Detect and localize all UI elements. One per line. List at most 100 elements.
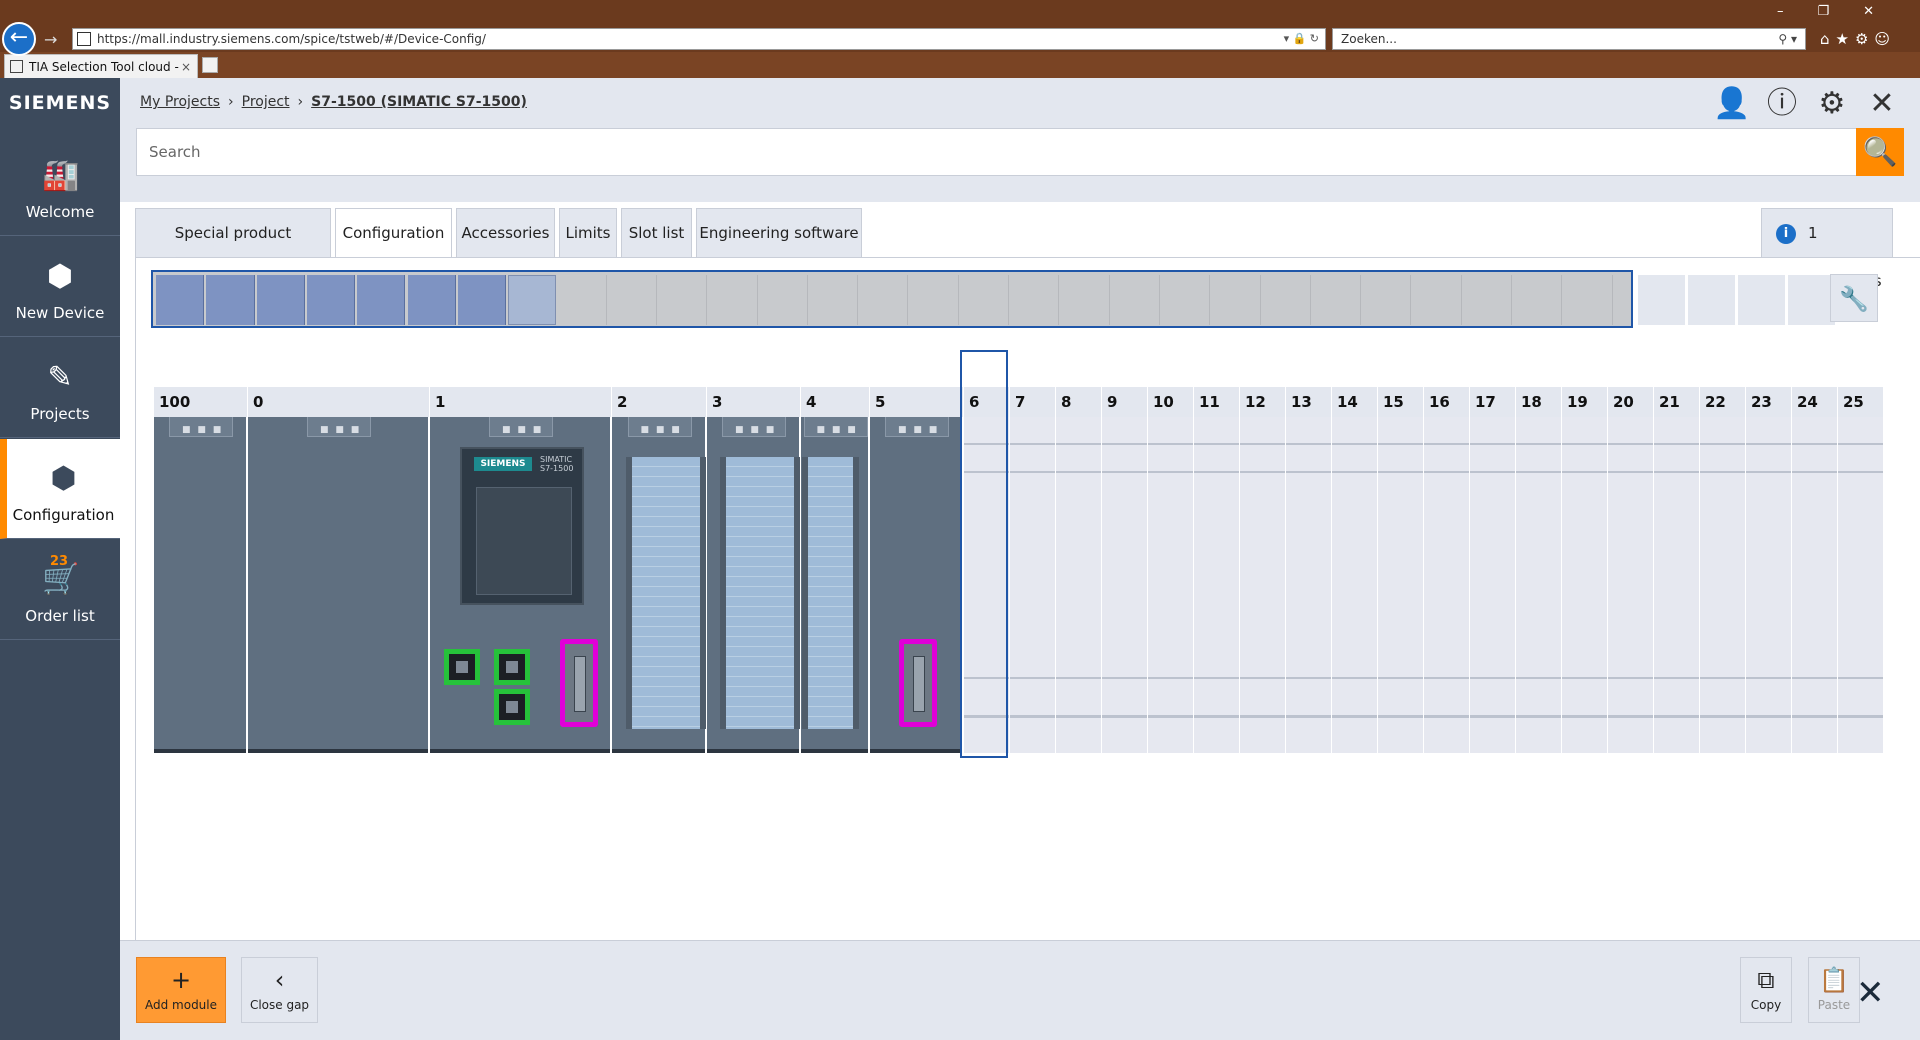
messages-button[interactable]: i 1 Messages (1761, 208, 1893, 290)
minimap-slot[interactable] (1312, 275, 1362, 325)
minimap-slot[interactable] (1061, 275, 1110, 325)
io-module-slot-2[interactable]: ■ ■ ■ (612, 417, 707, 753)
io-module-slot-4[interactable]: ■ ■ ■ (801, 417, 870, 753)
search-input[interactable]: Search (136, 128, 1872, 176)
minimap-slot[interactable] (860, 275, 909, 325)
power-supply-module[interactable]: ■ ■ ■ (248, 417, 430, 753)
tab-configuration[interactable]: Configuration (335, 208, 452, 258)
minimap-slot[interactable] (709, 275, 758, 325)
close-icon[interactable]: ✕ (1856, 973, 1885, 1013)
empty-slot[interactable] (1700, 417, 1746, 753)
selected-slot-highlight[interactable] (960, 350, 1008, 758)
tab-special-product-properties[interactable]: Special product properties (135, 208, 331, 290)
minimap-slot[interactable] (256, 275, 305, 325)
minimap-slot[interactable] (306, 275, 356, 325)
empty-slot[interactable] (1516, 417, 1562, 753)
add-module-button[interactable]: + Add module (136, 957, 226, 1023)
close-gap-button[interactable]: ‹ Close gap (241, 957, 318, 1023)
tab-close-icon[interactable]: × (181, 55, 191, 79)
minimap-slot[interactable] (1111, 275, 1160, 325)
minimap-slot[interactable] (1363, 275, 1412, 325)
minimap-slot[interactable] (809, 275, 859, 325)
empty-slot[interactable] (1746, 417, 1792, 753)
minimap-slot[interactable] (608, 275, 657, 325)
ethernet-port[interactable] (494, 649, 530, 685)
empty-slot[interactable] (1424, 417, 1470, 753)
breadcrumb-current[interactable]: S7-1500 (SIMATIC S7-1500) (311, 94, 527, 110)
paste-button[interactable]: 📋 Paste (1808, 957, 1860, 1023)
tab-engineering-software[interactable]: Engineering software (696, 208, 862, 258)
sidebar-item-projects[interactable]: ✎ Projects (0, 338, 120, 438)
minimap-slot[interactable] (759, 275, 808, 325)
empty-slot[interactable] (1194, 417, 1240, 753)
info-icon[interactable]: ⓘ (1762, 84, 1802, 124)
minimap-slot[interactable] (1564, 275, 1613, 325)
minimap-slot[interactable] (558, 275, 607, 325)
new-tab-button[interactable] (202, 57, 218, 73)
browser-tab[interactable]: TIA Selection Tool cloud - S... × (4, 54, 198, 98)
communication-module[interactable]: ■ ■ ■ (870, 417, 964, 753)
ethernet-port[interactable] (444, 649, 480, 685)
tab-accessories[interactable]: Accessories (456, 208, 555, 258)
empty-slot[interactable] (1838, 417, 1884, 753)
sidebar-item-order-list[interactable]: 23 🛒 Order list (0, 540, 120, 640)
empty-slot[interactable] (1562, 417, 1608, 753)
minimap-slot[interactable] (1514, 275, 1563, 325)
breadcrumb-my-projects[interactable]: My Projects (140, 94, 220, 110)
breadcrumb-project[interactable]: Project (242, 94, 290, 110)
lock-refresh-icons[interactable]: ▾ 🔒 ↻ (1284, 29, 1319, 49)
browser-search-input[interactable]: Zoeken... ⚲ ▾ (1332, 28, 1806, 50)
profibus-port[interactable] (899, 639, 937, 727)
window-controls[interactable]: –❐✕ (1777, 4, 1908, 19)
back-button[interactable]: ← (2, 22, 36, 56)
empty-slot[interactable] (1286, 417, 1332, 753)
browser-toolbar-icons[interactable]: ⌂★⚙☺ (1820, 30, 1896, 48)
minimap-slot[interactable] (407, 275, 456, 325)
close-icon[interactable]: ✕ (1862, 84, 1902, 124)
rack-minimap[interactable] (151, 270, 1633, 328)
minimap-slot[interactable] (1262, 275, 1311, 325)
sidebar-item-new-device[interactable]: ⬢ New Device (0, 237, 120, 337)
empty-slot[interactable] (1608, 417, 1654, 753)
search-button[interactable]: 🔍 (1856, 128, 1904, 176)
cpu-module[interactable]: ■ ■ ■ SIEMENS SIMATIC S7-1500 (430, 417, 612, 753)
profibus-port[interactable] (560, 639, 598, 727)
empty-slot[interactable] (1010, 417, 1056, 753)
address-bar[interactable]: https://mall.industry.siemens.com/spice/… (72, 28, 1326, 50)
empty-slot[interactable] (1332, 417, 1378, 753)
empty-slot[interactable] (1102, 417, 1148, 753)
empty-slot[interactable] (1148, 417, 1194, 753)
minimap-slot[interactable] (508, 275, 557, 325)
gear-icon[interactable]: ⚙ (1812, 84, 1852, 124)
empty-slot[interactable] (1470, 417, 1516, 753)
tab-limits[interactable]: Limits (559, 208, 617, 258)
minimap-slot[interactable] (960, 275, 1010, 325)
tab-slot-list[interactable]: Slot list (621, 208, 692, 258)
minimap-slot[interactable] (1212, 275, 1261, 325)
minimap-slot[interactable] (1463, 275, 1513, 325)
minimap-slot[interactable] (206, 275, 255, 325)
minimap-slot[interactable] (1011, 275, 1060, 325)
user-icon[interactable]: 👤 (1712, 84, 1752, 124)
copy-button[interactable]: ⧉ Copy (1740, 957, 1792, 1023)
minimap-slot[interactable] (1162, 275, 1211, 325)
io-module-slot-3[interactable]: ■ ■ ■ (707, 417, 801, 753)
power-module[interactable]: ■ ■ ■ (154, 417, 248, 753)
minimap-slot[interactable] (1413, 275, 1462, 325)
minimap-slot[interactable] (357, 275, 406, 325)
empty-slot[interactable] (1792, 417, 1838, 753)
forward-button[interactable]: → (44, 30, 57, 49)
empty-slot[interactable] (1056, 417, 1102, 753)
ethernet-port[interactable] (494, 689, 530, 725)
minimap-slot[interactable] (457, 275, 507, 325)
minimap-slot[interactable] (910, 275, 959, 325)
search-icon[interactable]: ⚲ ▾ (1778, 29, 1797, 49)
minimap-slot[interactable] (659, 275, 708, 325)
sidebar-item-welcome[interactable]: 🏭 Welcome (0, 136, 120, 236)
empty-slot[interactable] (1654, 417, 1700, 753)
empty-slot[interactable] (1378, 417, 1424, 753)
minimap-slot[interactable] (156, 275, 205, 325)
sidebar-item-configuration[interactable]: ⬢ Configuration (0, 439, 120, 539)
wrench-icon[interactable]: 🔧 (1830, 274, 1878, 322)
empty-slot[interactable] (1240, 417, 1286, 753)
